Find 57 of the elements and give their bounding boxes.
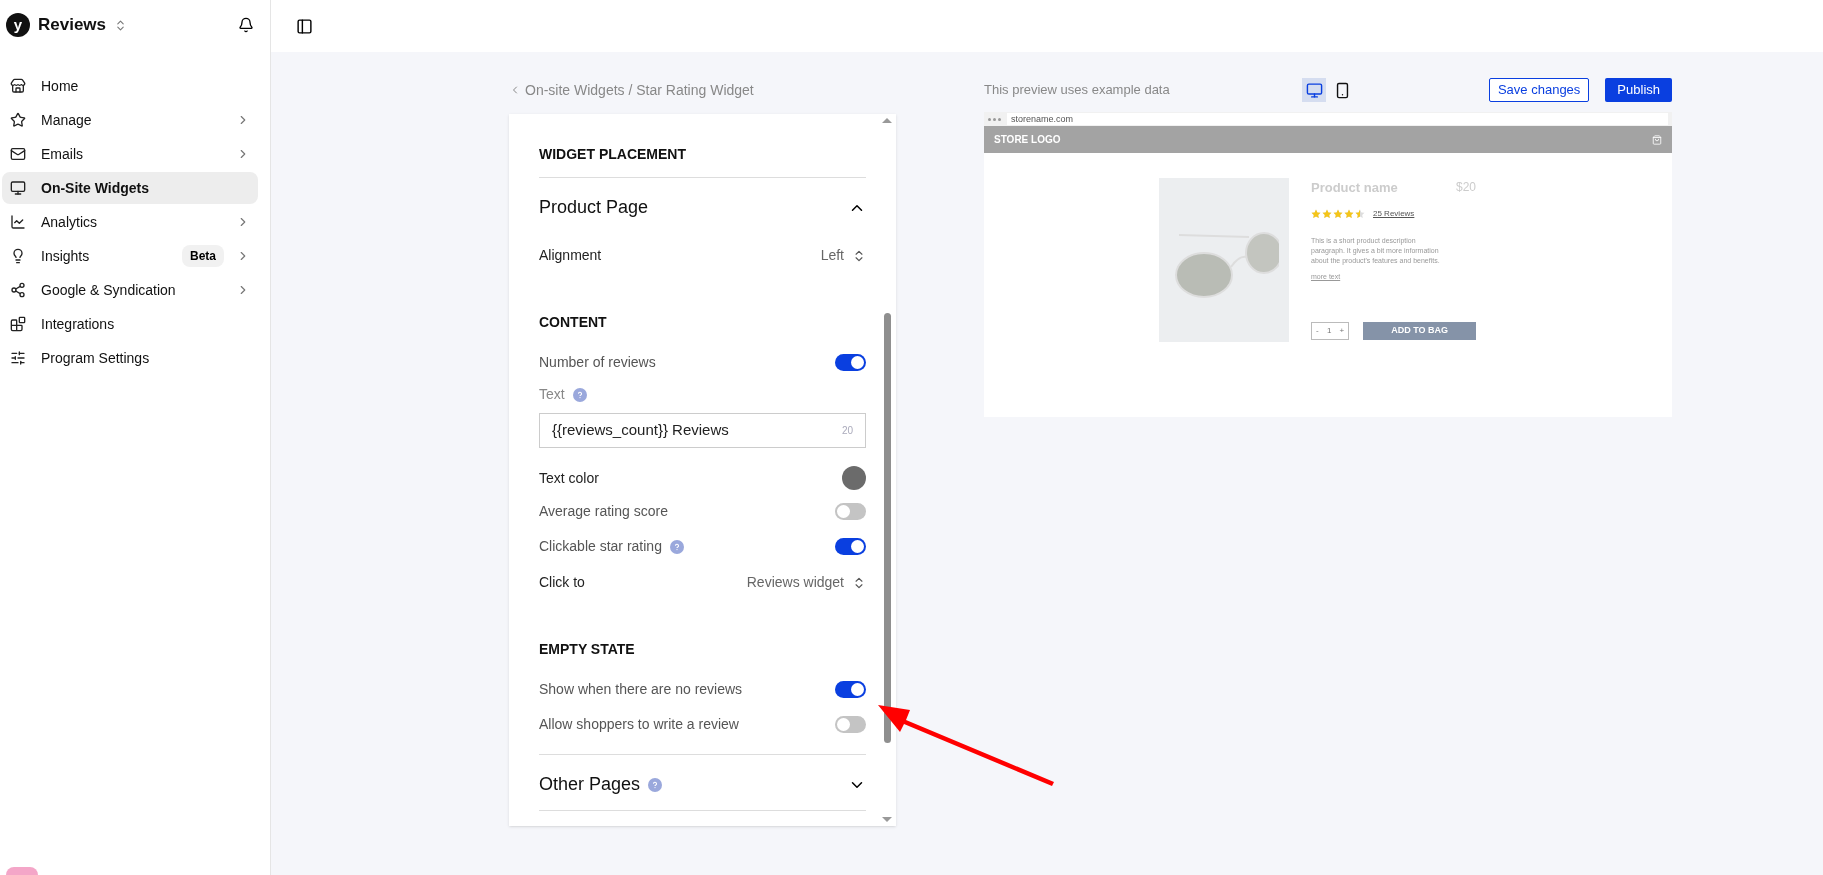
setting-label: Allow shoppers to write a review: [539, 715, 739, 734]
setting-label: Show when there are no reviews: [539, 680, 743, 699]
setting-label: Alignment: [539, 246, 602, 265]
nav-item[interactable]: Insights Beta: [2, 240, 258, 272]
section-heading: CONTENT: [539, 313, 608, 332]
sidebar-toggle-icon[interactable]: [296, 17, 313, 35]
mail-icon: [10, 146, 26, 162]
nav-item[interactable]: Manage: [2, 104, 258, 136]
preview-note: This preview uses example data: [984, 81, 1171, 100]
select-field[interactable]: Reviews widget: [746, 572, 866, 593]
section-heading: EMPTY STATE: [539, 640, 636, 659]
toggle-switch[interactable]: [835, 354, 866, 371]
sliders-icon: [10, 350, 26, 366]
section-title[interactable]: Other Pages: [539, 771, 641, 798]
nav-item[interactable]: Program Settings: [2, 342, 258, 374]
publish-button[interactable]: Publish: [1605, 78, 1672, 102]
store-icon: [10, 78, 26, 94]
toggle-switch[interactable]: [835, 681, 866, 698]
select-field[interactable]: Left: [820, 245, 866, 266]
desktop-view-button[interactable]: [1302, 78, 1326, 102]
text-input-field[interactable]: {{reviews_count}} Reviews 20: [539, 413, 866, 448]
store-logo: STORE LOGO: [994, 133, 1061, 147]
url-bar: storename.com: [1007, 113, 1668, 125]
character-count: 20: [841, 424, 853, 438]
nav-item[interactable]: Integrations: [2, 308, 258, 340]
nav-item[interactable]: Home: [2, 70, 258, 102]
toggle-switch[interactable]: [835, 503, 866, 520]
section-title[interactable]: Product Page: [539, 194, 649, 221]
color-swatch[interactable]: [842, 466, 866, 490]
toggle-switch[interactable]: [835, 538, 866, 555]
save-button[interactable]: Save changes: [1488, 78, 1590, 102]
monitor-icon: [10, 180, 26, 196]
blocks-icon: [10, 316, 26, 332]
nav-item[interactable]: On-Site Widgets: [2, 172, 258, 204]
share-icon: [10, 282, 26, 298]
section-heading: WIDGET PLACEMENT: [539, 145, 687, 164]
app-name[interactable]: Reviews: [38, 12, 107, 38]
lightbulb-icon: [10, 248, 26, 264]
setting-label: Clickable star rating: [539, 537, 662, 556]
nav-item[interactable]: Emails: [2, 138, 258, 170]
setting-label: Number of reviews: [539, 353, 656, 372]
nav-item[interactable]: Analytics: [2, 206, 258, 238]
logo-icon: y: [6, 13, 30, 37]
setting-label: Click to: [539, 573, 585, 592]
reviews-link[interactable]: 25 Reviews: [1373, 207, 1415, 220]
quantity-stepper[interactable]: - 1 +: [1311, 322, 1350, 340]
toggle-switch[interactable]: [835, 716, 866, 733]
setting-label: Text color: [539, 468, 599, 488]
setting-label: Average rating score: [539, 502, 668, 521]
star-icon: [10, 112, 26, 128]
window-dots-icon: [988, 117, 1001, 121]
beta-badge: Beta: [182, 245, 224, 267]
bag-icon: [1652, 134, 1662, 145]
setting-label: Text: [539, 385, 565, 404]
nav-item[interactable]: Google & Syndication: [2, 274, 258, 306]
bell-icon[interactable]: [238, 17, 254, 33]
line-chart-icon: [10, 214, 26, 230]
